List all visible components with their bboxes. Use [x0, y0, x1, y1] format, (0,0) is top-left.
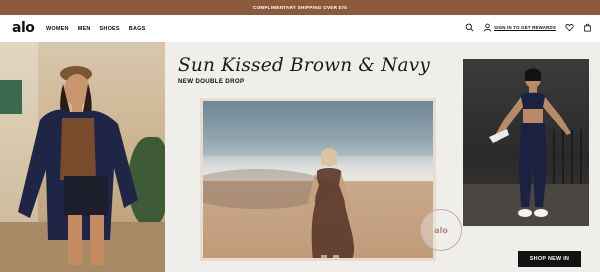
heart-icon[interactable]: [565, 23, 574, 32]
hero-photo-left[interactable]: [0, 42, 165, 272]
hero-subhead: NEW DOUBLE DROP: [178, 78, 245, 85]
model-figure-right: [489, 68, 571, 217]
alo-stamp-badge: alo: [420, 209, 462, 251]
promo-bar: COMPLIMENTARY SHIPPING OVER $75: [0, 0, 600, 15]
nav-item-men[interactable]: MEN: [78, 26, 91, 32]
signin-link[interactable]: SIGN IN TO GET REWARDS: [483, 23, 556, 32]
site-header: alo WOMEN MEN SHOES BAGS SIGN IN TO GET …: [0, 15, 600, 42]
user-icon: [483, 23, 492, 32]
nav-item-women[interactable]: WOMEN: [46, 26, 69, 32]
shop-new-in-button[interactable]: SHOP NEW IN: [518, 251, 581, 267]
bag-icon[interactable]: [583, 23, 592, 32]
signin-label: SIGN IN TO GET REWARDS: [494, 25, 556, 30]
promo-text: COMPLIMENTARY SHIPPING OVER $75: [252, 5, 348, 10]
nav-item-bags[interactable]: BAGS: [129, 26, 146, 32]
hero-banner[interactable]: Sun Kissed Brown & Navy NEW DOUBLE DROP …: [0, 42, 600, 272]
main-nav: WOMEN MEN SHOES BAGS: [46, 26, 146, 32]
hero-headline: Sun Kissed Brown & Navy: [178, 55, 431, 76]
hero-photo-right[interactable]: [463, 59, 589, 226]
stamp-logo: alo: [434, 225, 448, 235]
nav-item-shoes[interactable]: SHOES: [100, 26, 120, 32]
search-icon[interactable]: [465, 23, 474, 32]
hero-photo-center[interactable]: [200, 98, 436, 261]
model-figure-left: [18, 66, 138, 265]
model-figure-center: [305, 148, 354, 258]
header-actions: SIGN IN TO GET REWARDS: [465, 23, 592, 32]
logo[interactable]: alo: [12, 20, 35, 36]
